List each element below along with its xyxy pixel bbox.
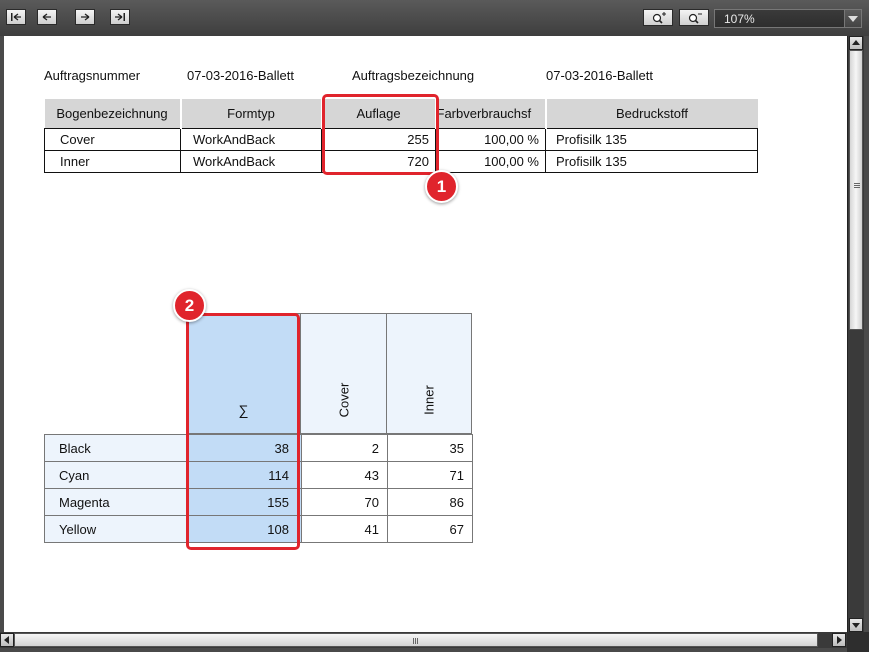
horizontal-scrollbar[interactable] [0, 632, 847, 648]
zoom-in-icon[interactable] [643, 9, 673, 26]
table-cell: 86 [387, 488, 473, 516]
table-cell: Profisilk 135 [545, 150, 758, 173]
table-cell: WorkAndBack [180, 128, 322, 151]
first-page-icon[interactable] [6, 9, 26, 25]
zoom-level-select[interactable]: 107% [714, 9, 862, 28]
column-header: Bedruckstoff [544, 99, 758, 129]
horizontal-scroll-thumb[interactable] [14, 633, 818, 647]
ink-label: Yellow [44, 515, 188, 543]
highlight-box-sum [186, 313, 300, 550]
table-cell: 71 [387, 461, 473, 489]
zoom-out-icon[interactable] [679, 9, 709, 26]
order-name-label: Auftragsbezeichnung [352, 68, 475, 83]
next-page-icon[interactable] [75, 9, 95, 25]
column-header: Farbverbrauchsf [434, 99, 546, 129]
sheet-column-label: Inner [421, 385, 437, 415]
last-page-icon[interactable] [110, 9, 130, 25]
table-cell: Cover [44, 128, 181, 151]
table-cell: 67 [387, 515, 473, 543]
table-cell: 100,00 % [435, 150, 546, 173]
order-number-label: Auftragsnummer [44, 68, 141, 83]
sheet-column-header-inner: Inner [386, 313, 472, 434]
table-cell: WorkAndBack [180, 150, 322, 173]
scroll-right-icon[interactable] [832, 633, 846, 647]
callout-badge-2: 2 [173, 289, 206, 322]
chevron-down-icon[interactable] [844, 10, 861, 27]
scrollbar-corner [847, 632, 869, 652]
toolbar: 107% [0, 0, 869, 36]
ink-label: Black [44, 434, 188, 462]
scroll-left-icon[interactable] [0, 633, 14, 647]
ink-label: Magenta [44, 488, 188, 516]
scroll-down-icon[interactable] [849, 618, 863, 632]
table-cell: 2 [301, 434, 388, 462]
previous-page-icon[interactable] [37, 9, 57, 25]
highlight-box-auflage [322, 94, 439, 175]
table-cell: Inner [44, 150, 181, 173]
zoom-level-value: 107% [724, 12, 755, 26]
callout-badge-1: 1 [425, 170, 458, 203]
column-header: Formtyp [179, 99, 322, 129]
table-cell: 35 [387, 434, 473, 462]
order-number-value: 07-03-2016-Ballett [187, 68, 294, 83]
vertical-scrollbar[interactable] [847, 36, 864, 632]
scroll-up-icon[interactable] [849, 36, 863, 50]
table-cell: 70 [301, 488, 388, 516]
order-name-value: 07-03-2016-Ballett [546, 68, 653, 83]
table-cell: 43 [301, 461, 388, 489]
table-cell: Profisilk 135 [545, 128, 758, 151]
sheet-column-header-cover: Cover [300, 313, 387, 434]
vertical-scroll-thumb[interactable] [849, 50, 863, 330]
table-cell: 41 [301, 515, 388, 543]
ink-label: Cyan [44, 461, 188, 489]
table-cell: 100,00 % [435, 128, 546, 151]
sheet-column-label: Cover [336, 382, 351, 418]
column-header: Bogenbezeichnung [44, 99, 181, 129]
